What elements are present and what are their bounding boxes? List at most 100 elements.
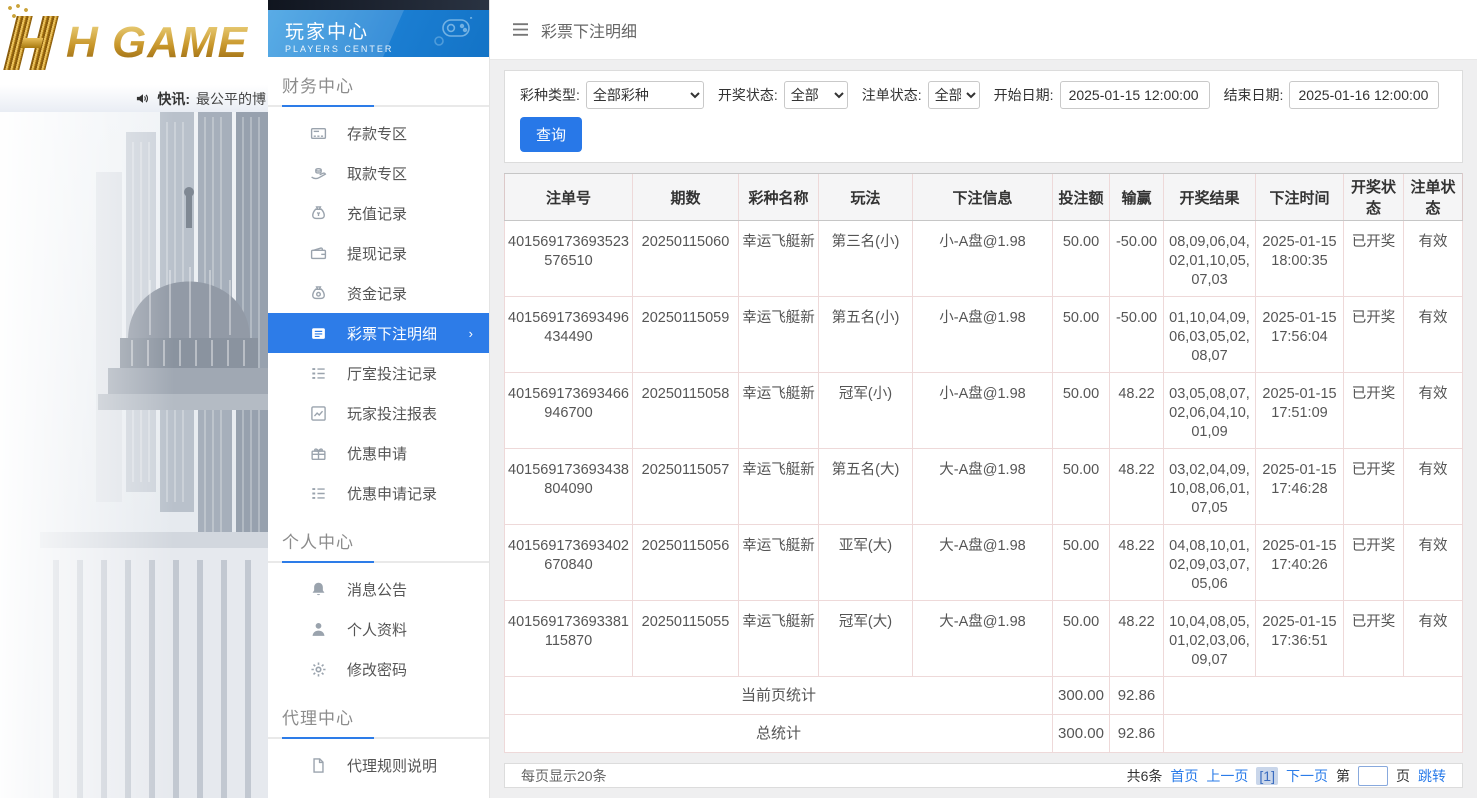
column-header-1: 期数: [632, 173, 739, 221]
table-row: 401569173693402670840 20250115056 幸运飞艇新 亚军(…: [504, 524, 1463, 601]
sidebar-item-2-1[interactable]: 代理团队统计: [268, 785, 489, 798]
table-cell: 有效: [1403, 296, 1463, 373]
page-size-text: 每页显示20条: [521, 767, 607, 784]
order-status-select[interactable]: 全部: [927, 81, 980, 109]
sidebar-item-0-4[interactable]: 资金记录: [268, 273, 489, 313]
search-button[interactable]: 查询: [520, 117, 583, 152]
logo-text: H GAME: [66, 17, 248, 67]
sidebar-item-1-2[interactable]: 修改密码: [268, 649, 489, 689]
table-cell: 401569173693381115870: [504, 600, 633, 677]
table-cell: 亚军(大): [818, 524, 913, 601]
gear-icon: [310, 661, 327, 678]
hall-list-icon: [310, 365, 327, 382]
summary-bet-total: 300.00: [1052, 714, 1110, 753]
page-jump-input[interactable]: [1358, 765, 1388, 786]
sidebar-menu: 财务中心存款专区 取款专区 充值记录 提现记录资金记录彩票下注明细 › 厅室投注记录玩家投…: [268, 57, 489, 798]
table-cell: 大-A盘@1.98: [912, 524, 1053, 601]
sidebar-item-0-2[interactable]: 充值记录: [268, 193, 489, 233]
column-header-4: 下注信息: [912, 173, 1053, 221]
table-cell: 03,05,08,07,02,06,04,10,01,09: [1163, 372, 1256, 449]
sidebar-item-label: 资金记录: [347, 285, 408, 303]
sidebar-item-0-8[interactable]: 优惠申请: [268, 433, 489, 473]
sidebar-item-0-5[interactable]: 彩票下注明细 ›: [268, 313, 489, 353]
sidebar-item-1-1[interactable]: 个人资料: [268, 609, 489, 649]
table-cell: 20250115056: [632, 524, 739, 601]
sidebar-item-0-1[interactable]: 取款专区: [268, 153, 489, 193]
sidebar-item-0-6[interactable]: 厅室投注记录: [268, 353, 489, 393]
start-date-label: 开始日期:: [993, 87, 1054, 103]
column-header-7: 开奖结果: [1163, 173, 1256, 221]
summary-row: 当前页统计 300.00 92.86: [504, 676, 1463, 715]
table-cell: 幸运飞艇新: [738, 600, 819, 677]
page: H GAME 快讯: 最公平的博 玩家中心 PLAYERS CENTER 财务中…: [0, 0, 1477, 798]
summary-win-total: 92.86: [1109, 714, 1164, 753]
table-cell: 401569173693402670840: [504, 524, 633, 601]
chevron-right-icon: ›: [468, 325, 473, 341]
current-page-indicator: [1]: [1256, 766, 1278, 785]
sidebar-section-title: 财务中心: [282, 77, 354, 96]
section-underline: [268, 105, 489, 107]
table-cell: 48.22: [1109, 600, 1164, 677]
site-background-column: H GAME 快讯: 最公平的博: [0, 0, 268, 798]
page-title: 彩票下注明细: [541, 23, 638, 41]
table-cell: 冠军(小): [818, 372, 913, 449]
person-icon: [310, 621, 327, 638]
column-header-9: 开奖状态: [1343, 173, 1404, 221]
sidebar-item-0-7[interactable]: 玩家投注报表: [268, 393, 489, 433]
table-cell: 50.00: [1052, 524, 1110, 601]
summary-empty: [1163, 714, 1463, 753]
lottery-type-label: 彩种类型:: [520, 87, 580, 103]
table-cell: 03,02,04,09,10,08,06,01,07,05: [1163, 448, 1256, 525]
hh-game-logo: H GAME: [0, 0, 268, 85]
sidebar-item-1-0[interactable]: 消息公告: [268, 569, 489, 609]
lottery-type-select[interactable]: 全部彩种: [585, 81, 704, 109]
sidebar-item-0-9[interactable]: 优惠申请记录: [268, 473, 489, 513]
draw-status-select[interactable]: 全部: [783, 81, 848, 109]
table-header-row: 注单号 期数 彩种名称 玩法 下注信息 投注额 输赢 开奖结果 下注时间 开奖状态 注单状态: [504, 173, 1463, 221]
table-cell: 小-A盘@1.98: [912, 296, 1053, 373]
recharge-bag-icon: [310, 205, 327, 222]
table-cell: 2025-01-15 17:40:26: [1255, 524, 1344, 601]
table-cell: 401569173693438804090: [504, 448, 633, 525]
sidebar-item-0-0[interactable]: 存款专区: [268, 113, 489, 153]
table-cell: 08,09,06,04,02,01,10,05,07,03: [1163, 220, 1256, 297]
table-cell: 有效: [1403, 372, 1463, 449]
table-cell: 401569173693466946700: [504, 372, 633, 449]
funds-bag-icon: [310, 285, 327, 302]
table-cell: 幸运飞艇新: [738, 524, 819, 601]
sidebar-item-label: 彩票下注明细: [347, 325, 438, 343]
end-date-label: 结束日期:: [1223, 87, 1284, 103]
table-cell: 48.22: [1109, 372, 1164, 449]
sidebar-section-title: 代理中心: [282, 709, 354, 728]
hamburger-menu-icon[interactable]: [512, 22, 529, 37]
column-header-10: 注单状态: [1403, 173, 1463, 221]
draw-status-label: 开奖状态:: [717, 87, 778, 103]
end-date-input[interactable]: [1289, 81, 1440, 109]
promo-list-icon: [310, 485, 327, 502]
table-cell: 有效: [1403, 220, 1463, 297]
table-row: 401569173693523576510 20250115060 幸运飞艇新 第三名…: [504, 220, 1463, 297]
summary-row: 总统计 300.00 92.86: [504, 714, 1463, 753]
table-cell: 01,10,04,09,06,03,05,02,08,07: [1163, 296, 1256, 373]
start-date-input[interactable]: [1059, 81, 1210, 109]
total-count-text: 共6条: [1126, 767, 1163, 784]
table-cell: 2025-01-15 18:00:35: [1255, 220, 1344, 297]
table-row: 401569173693438804090 20250115057 幸运飞艇新 第五名…: [504, 448, 1463, 525]
table-cell: 20250115055: [632, 600, 739, 677]
next-page-link[interactable]: 下一页: [1286, 766, 1328, 786]
ticker-text: 最公平的博: [196, 90, 266, 107]
table-cell: 已开奖: [1343, 524, 1404, 601]
first-page-link[interactable]: 首页: [1170, 766, 1198, 786]
summary-label: 当前页统计: [504, 676, 1053, 715]
lottery-book-icon: [310, 325, 327, 342]
column-header-2: 彩种名称: [738, 173, 819, 221]
pagination-bar: 每页显示20条 共6条 首页 上一页 [1] 下一页 第 页 跳转: [504, 763, 1463, 788]
table-cell: 20250115058: [632, 372, 739, 449]
prev-page-link[interactable]: 上一页: [1206, 766, 1248, 786]
withdraw-hand-icon: [310, 165, 327, 182]
sidebar-item-0-3[interactable]: 提现记录: [268, 233, 489, 273]
sidebar-item-2-0[interactable]: 代理规则说明: [268, 745, 489, 785]
jump-button[interactable]: 跳转: [1418, 766, 1446, 786]
sidebar-item-label: 玩家投注报表: [347, 405, 438, 423]
bets-table: 注单号 期数 彩种名称 玩法 下注信息 投注额 输赢 开奖结果 下注时间 开奖状态 注单状态 401…: [504, 173, 1463, 753]
